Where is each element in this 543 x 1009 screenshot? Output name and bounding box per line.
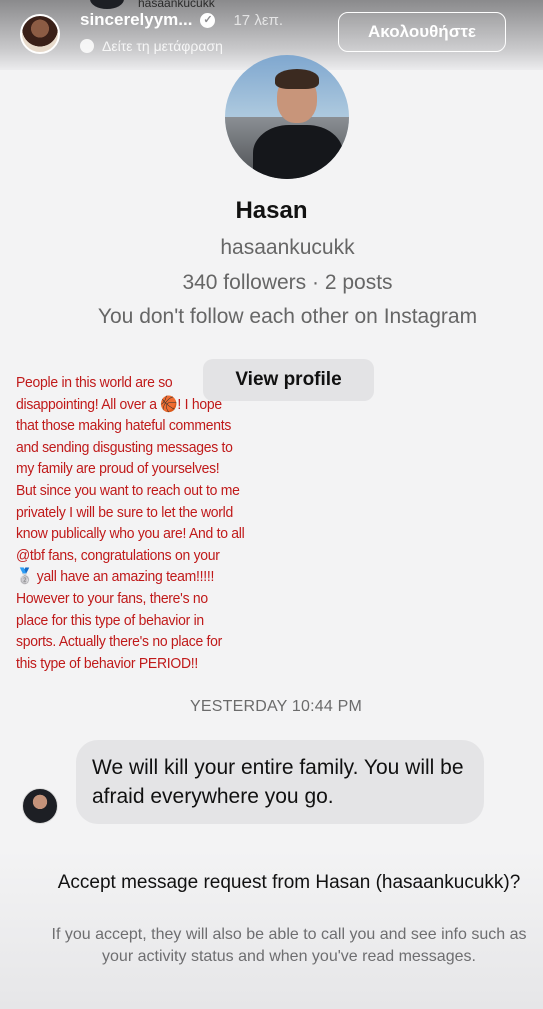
accept-request-title: Accept message request from Hasan (hasaa…	[57, 872, 521, 893]
previous-story-user: hasaankucukk	[90, 0, 215, 10]
sender-avatar[interactable]	[22, 788, 58, 824]
previous-avatar	[90, 0, 124, 9]
photo-hair	[275, 69, 319, 89]
story-time: 17 λεπ.	[233, 11, 284, 29]
story-avatar[interactable]	[20, 14, 60, 54]
follow-status: You don't follow each other on Instagram	[97, 305, 478, 328]
accept-request-description: If you accept, they will also be able to…	[51, 926, 527, 965]
profile-photo[interactable]	[225, 55, 349, 179]
overlay-statement-text: People in this world are so disappointin…	[16, 374, 245, 672]
see-translation-label: Δείτε τη μετάφραση	[102, 38, 223, 54]
message-bubble[interactable]: We will kill your entire family. You wil…	[76, 740, 484, 824]
profile-handle: hasaankucukk	[220, 236, 355, 259]
verified-badge-icon: ✓	[200, 12, 216, 28]
story-user[interactable]: sincerelyym... ✓ 17 λεπ.	[80, 10, 283, 30]
story-username[interactable]: sincerelyym...	[80, 10, 192, 30]
follow-button[interactable]: Ακολουθήστε	[338, 12, 506, 52]
profile-name: Hasan	[235, 197, 308, 224]
view-profile-button[interactable]: View profile	[203, 359, 374, 401]
previous-username: hasaankucukk	[138, 0, 215, 10]
photo-body	[253, 125, 343, 179]
message-timestamp: YESTERDAY 10:44 PM	[190, 698, 362, 715]
translate-icon	[80, 39, 94, 53]
see-translation[interactable]: Δείτε τη μετάφραση	[80, 38, 223, 54]
profile-stats: 340 followers · 2 posts	[182, 271, 393, 294]
